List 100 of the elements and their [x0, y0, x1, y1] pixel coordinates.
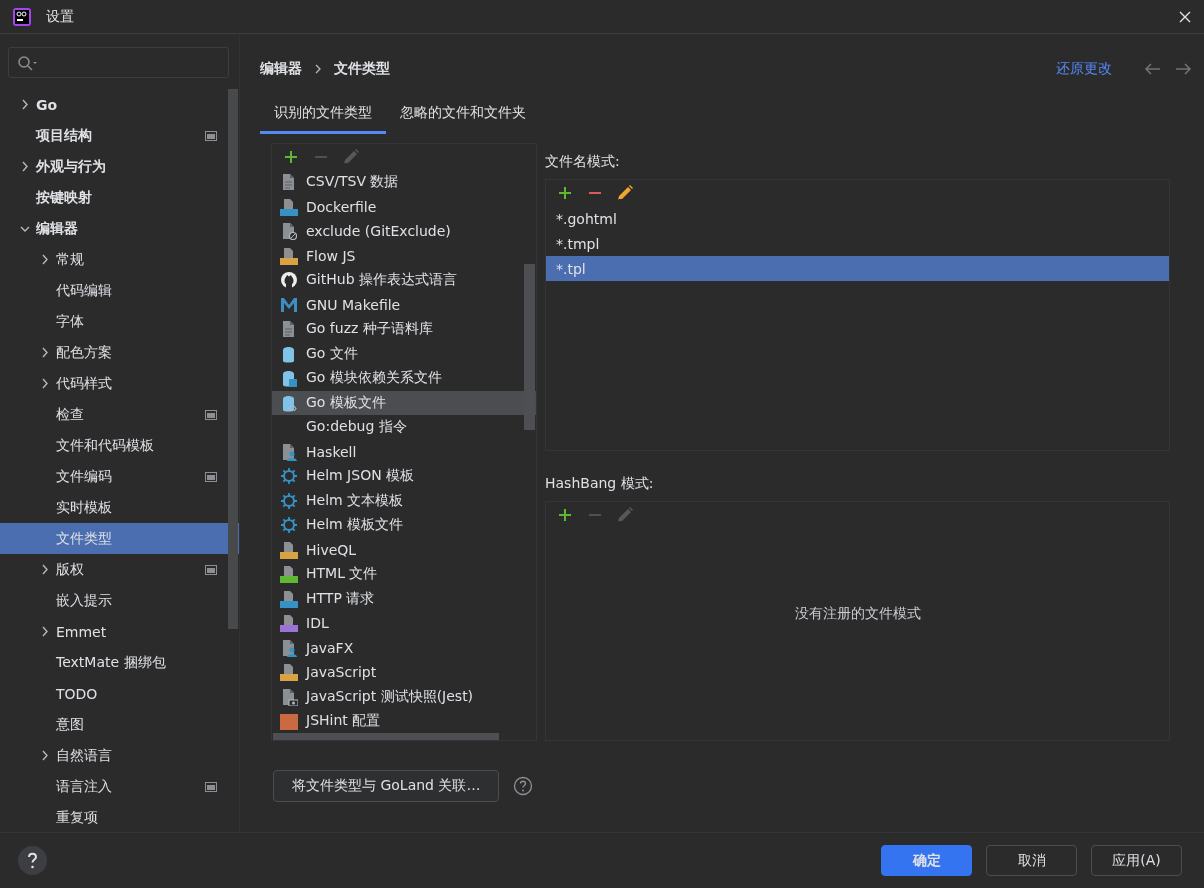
file-type-item[interactable]: GNU Makefile: [272, 292, 536, 317]
sidebar-item[interactable]: 文件和代码模板: [0, 430, 239, 461]
sidebar-item-label: 自然语言: [56, 746, 113, 765]
pencil-icon[interactable]: [616, 184, 634, 202]
wheel-icon: [280, 491, 298, 510]
sidebar-item-label: 意图: [56, 715, 85, 734]
empty-message: 没有注册的文件模式: [794, 605, 921, 623]
sidebar-item-label: Emmet: [56, 623, 108, 640]
sidebar-item[interactable]: 语言注入: [0, 771, 239, 802]
sidebar-item[interactable]: 重复项: [0, 802, 239, 832]
file-type-item[interactable]: Go 模板文件: [272, 390, 536, 415]
document-person-icon: [280, 442, 298, 461]
sidebar-item[interactable]: TextMate 捆绑包: [0, 647, 239, 678]
breadcrumb-item[interactable]: 编辑器: [260, 60, 302, 78]
sidebar-item-label: 检查: [56, 405, 85, 424]
sidebar-item-label: Go: [36, 96, 59, 113]
sidebar-item-label: TextMate 捆绑包: [56, 653, 167, 672]
sidebar-item-label: TODO: [56, 685, 99, 702]
tab[interactable]: 识别的文件类型: [260, 94, 386, 134]
sidebar-item[interactable]: 字体: [0, 306, 239, 337]
sidebar-item[interactable]: 代码样式: [0, 368, 239, 399]
chevron-right-icon[interactable]: [39, 253, 51, 266]
close-icon[interactable]: [1178, 9, 1192, 24]
file-type-item[interactable]: JSHint 配置: [272, 709, 536, 734]
pattern-item[interactable]: *.tmpl: [546, 231, 1169, 256]
sidebar-item-label: 文件编码: [56, 467, 113, 486]
chevron-right-icon[interactable]: [39, 563, 51, 576]
associate-button[interactable]: 将文件类型与 GoLand 关联…: [273, 770, 500, 802]
file-type-item[interactable]: Helm 文本模板: [272, 488, 536, 513]
add-icon[interactable]: [557, 507, 573, 523]
sidebar-item[interactable]: 版权: [0, 554, 239, 585]
help-icon[interactable]: [513, 776, 534, 796]
sidebar-item[interactable]: 检查: [0, 399, 239, 430]
file-type-item[interactable]: HiveQL: [272, 537, 536, 562]
chevron-right-icon[interactable]: [39, 377, 51, 390]
file-type-item[interactable]: Go 文件: [272, 341, 536, 366]
chevron-right-icon[interactable]: [39, 346, 51, 359]
file-type-item[interactable]: Helm 模板文件: [272, 513, 536, 538]
sidebar-item[interactable]: 文件类型: [0, 523, 239, 554]
sidebar-item[interactable]: 项目结构: [0, 120, 239, 151]
tab[interactable]: 忽略的文件和文件夹: [386, 94, 540, 134]
file-type-item[interactable]: GitHub 操作表达式语言: [272, 268, 536, 293]
sidebar-item-label: 编辑器: [36, 219, 79, 238]
chevron-right-icon[interactable]: [19, 98, 31, 111]
scrollbar[interactable]: [524, 264, 535, 430]
chevron-right-icon[interactable]: [39, 749, 51, 762]
file-type-item[interactable]: HTTP 请求: [272, 586, 536, 611]
window-title: 设置: [46, 7, 74, 26]
chevron-right-icon[interactable]: [19, 160, 31, 173]
sidebar-item[interactable]: 意图: [0, 709, 239, 740]
file-type-item[interactable]: Haskell: [272, 439, 536, 464]
help-button[interactable]: [18, 846, 47, 875]
dialog-button[interactable]: 应用(A): [1091, 845, 1182, 876]
sidebar-item[interactable]: 自然语言: [0, 740, 239, 771]
sidebar-item-label: 文件类型: [56, 529, 113, 548]
file-type-item[interactable]: Flow JS: [272, 243, 536, 268]
file-type-item[interactable]: JavaFX: [272, 635, 536, 660]
file-type-item[interactable]: HTML 文件: [272, 562, 536, 587]
file-type-item[interactable]: IDL: [272, 611, 536, 636]
add-icon[interactable]: [557, 185, 573, 201]
round-logo-icon: [280, 271, 298, 290]
sidebar-item[interactable]: 按键映射: [0, 182, 239, 213]
sidebar-item[interactable]: 编辑器: [0, 213, 239, 244]
file-type-item[interactable]: Go:debug 指令: [272, 415, 536, 440]
sidebar-item[interactable]: TODO: [0, 678, 239, 709]
sidebar-item[interactable]: Emmet: [0, 616, 239, 647]
sidebar-item-label: 嵌入提示: [56, 591, 113, 610]
file-type-item[interactable]: exclude (GitExclude): [272, 219, 536, 244]
file-type-item[interactable]: JavaScript: [272, 660, 536, 685]
section-label: 文件名模式:: [545, 152, 621, 171]
search-icon: [17, 54, 38, 71]
sidebar-item[interactable]: Go: [0, 89, 239, 120]
dialog-button[interactable]: 取消: [986, 845, 1077, 876]
file-type-item[interactable]: Go fuzz 种子语料库: [272, 317, 536, 342]
search-field[interactable]: [8, 47, 229, 78]
sidebar-item[interactable]: 代码编辑: [0, 275, 239, 306]
sidebar-item[interactable]: 外观与行为: [0, 151, 239, 182]
sidebar-item[interactable]: 配色方案: [0, 337, 239, 368]
file-type-item[interactable]: JavaScript 测试快照(Jest): [272, 684, 536, 709]
file-type-item[interactable]: Dockerfile: [272, 194, 536, 219]
chevron-right-icon[interactable]: [39, 625, 51, 638]
forward-arrow-icon[interactable]: [1175, 62, 1192, 76]
sidebar-item[interactable]: 文件编码: [0, 461, 239, 492]
pattern-item[interactable]: *.gohtml: [546, 206, 1169, 231]
sidebar-item[interactable]: 嵌入提示: [0, 585, 239, 616]
file-type-item[interactable]: Go 模块依赖关系文件: [272, 366, 536, 391]
sidebar-item-label: 重复项: [56, 808, 99, 827]
sidebar-item[interactable]: 实时模板: [0, 492, 239, 523]
breadcrumb-item[interactable]: 文件类型: [334, 60, 390, 78]
scrollbar[interactable]: [228, 89, 238, 629]
file-type-item[interactable]: Helm JSON 模板: [272, 464, 536, 489]
add-icon[interactable]: [283, 149, 299, 165]
sidebar-item[interactable]: 常规: [0, 244, 239, 275]
file-type-item[interactable]: CSV/TSV 数据: [272, 170, 536, 195]
back-arrow-icon[interactable]: [1144, 62, 1161, 76]
scrollbar[interactable]: [273, 733, 499, 740]
reset-link[interactable]: 还原更改: [1056, 60, 1112, 78]
sidebar-item-label: 配色方案: [56, 343, 113, 362]
pattern-item[interactable]: *.tpl: [546, 256, 1169, 281]
document-person-icon: [280, 638, 298, 657]
